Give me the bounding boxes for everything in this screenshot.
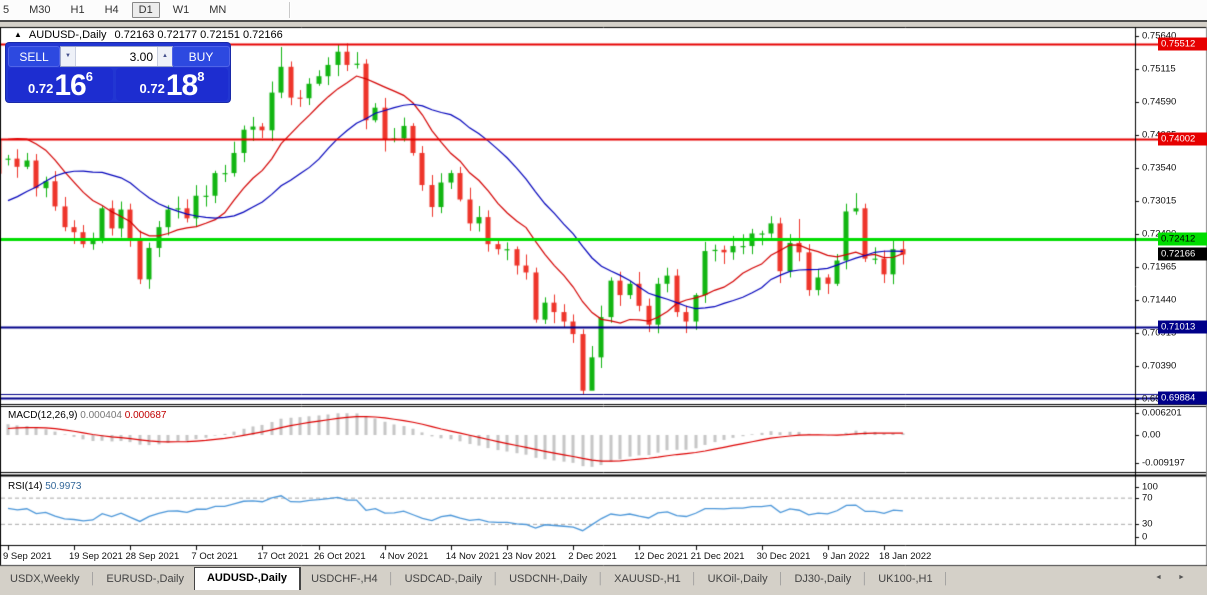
chart-title: ▲ AUDUSD-,Daily 0.72163 0.72177 0.72151 0.… xyxy=(14,29,283,41)
volume-decrease-button[interactable]: ▼ xyxy=(61,47,76,66)
macd-axis-tick: -0.009197 xyxy=(1142,457,1185,469)
price-level-badge: 0.74002 xyxy=(1158,132,1207,146)
timeframe-button-d1[interactable]: D1 xyxy=(131,2,160,18)
date-axis-label: 18 Jan 2022 xyxy=(879,551,932,562)
macd-value: 0.000404 xyxy=(80,410,122,421)
rsi-indicator-label: RSI(14) 50.9973 xyxy=(8,481,81,492)
date-axis-label: 17 Oct 2021 xyxy=(257,551,310,562)
buy-price-sup: 8 xyxy=(197,69,205,84)
buy-price-big: 18 xyxy=(165,69,198,102)
date-axis-label: 14 Nov 2021 xyxy=(445,551,500,562)
timeframe-button-h4[interactable]: H4 xyxy=(98,2,126,18)
date-axis-label: 4 Nov 2021 xyxy=(379,551,429,562)
macd-signal-value: 0.000687 xyxy=(124,410,167,421)
rsi-axis-tick: 0 xyxy=(1142,531,1148,543)
timeframe-toolbar: 5 M30 H1 H4 D1 W1 MN xyxy=(0,0,1207,22)
tab-divider: │ xyxy=(777,573,785,585)
tab-divider: │ xyxy=(492,573,500,585)
date-axis-label: 28 Sep 2021 xyxy=(125,551,180,562)
chart-tab-usdcnh-daily[interactable]: USDCNH-,Daily xyxy=(499,569,597,590)
price-level-badge: 0.75512 xyxy=(1158,37,1207,51)
chart-tab-usdx-weekly[interactable]: USDX,Weekly xyxy=(0,569,89,590)
rsi-axis-tick: 70 xyxy=(1142,492,1153,504)
chart-tab-uk100-h1[interactable]: UK100-,H1 xyxy=(868,569,942,590)
volume-input[interactable]: 3.00 xyxy=(76,47,157,66)
mt4-window: 5 M30 H1 H4 D1 W1 MN ▲ AUDUSD-,Daily 0.72163 0.7… xyxy=(0,0,1207,595)
date-axis-label: 12 Dec 2021 xyxy=(634,551,688,562)
volume-increase-button[interactable]: ▲ xyxy=(157,47,172,66)
tab-scroll-right-icon[interactable]: ► xyxy=(1178,574,1185,581)
price-axis-tick: 0.74590 xyxy=(1142,96,1177,108)
date-axis-label: 9 Sep 2021 xyxy=(3,551,52,562)
timeframe-button-h1[interactable]: H1 xyxy=(64,2,92,18)
sell-price-sup: 6 xyxy=(85,69,93,84)
collapse-panel-icon[interactable]: ▲ xyxy=(14,30,22,39)
chart-tab-usdchf-h4[interactable]: USDCHF-,H4 xyxy=(301,569,388,590)
chart-tab-ukoil-daily[interactable]: UKOil-,Daily xyxy=(698,569,778,590)
tab-divider: │ xyxy=(597,573,605,585)
one-click-trade-panel: SELL ▼ 3.00 ▲ BUY 0.72 16 6 0.72 18 8 xyxy=(6,43,230,102)
chart-tab-xauusd-h1[interactable]: XAUUSD-,H1 xyxy=(604,569,691,590)
price-axis-tick: 0.73540 xyxy=(1142,162,1177,174)
chart-ohlc-values: 0.72163 0.72177 0.72151 0.72166 xyxy=(114,29,283,41)
date-axis-label: 30 Dec 2021 xyxy=(756,551,811,562)
rsi-axis-tick: 100 xyxy=(1142,481,1158,493)
chart-tab-audusd-daily[interactable]: AUDUSD-,Daily xyxy=(193,567,302,590)
sell-price-big: 16 xyxy=(54,69,86,102)
tab-divider: │ xyxy=(690,573,698,585)
buy-button[interactable]: BUY xyxy=(172,46,230,67)
timeframe-button-mn[interactable]: MN xyxy=(202,2,233,18)
timeframe-button-w1[interactable]: W1 xyxy=(166,2,197,18)
tab-divider: │ xyxy=(861,573,869,585)
price-level-badge: 0.71013 xyxy=(1158,320,1207,334)
timeframe-button-m30[interactable]: M30 xyxy=(22,2,57,18)
date-axis-label: 2 Dec 2021 xyxy=(568,551,617,562)
tab-divider: │ xyxy=(387,573,395,585)
sell-price-box[interactable]: 0.72 16 6 xyxy=(8,68,113,101)
rsi-name: RSI(14) xyxy=(8,481,43,492)
macd-name: MACD(12,26,9) xyxy=(8,410,78,421)
sell-button[interactable]: SELL xyxy=(8,46,60,67)
buy-price-box[interactable]: 0.72 18 8 xyxy=(116,68,228,101)
chart-tab-eurusd-daily[interactable]: EURUSD-,Daily xyxy=(96,569,194,590)
buy-price-base: 0.72 xyxy=(139,81,165,96)
macd-indicator-label: MACD(12,26,9) 0.000404 0.000687 xyxy=(8,410,166,421)
chart-tab-dj30-daily[interactable]: DJ30-,Daily xyxy=(784,569,861,590)
rsi-value: 50.9973 xyxy=(45,481,82,492)
price-level-badge: 0.72412 xyxy=(1158,232,1207,246)
date-axis-label: 7 Oct 2021 xyxy=(191,551,238,562)
price-axis-tick: 0.75115 xyxy=(1142,63,1176,75)
tab-divider: │ xyxy=(89,573,97,585)
macd-axis-tick: 0.00 xyxy=(1142,429,1161,441)
date-axis-label: 26 Oct 2021 xyxy=(313,551,366,562)
toolbar-separator xyxy=(289,2,292,18)
timeframe-button-5[interactable]: 5 xyxy=(0,2,16,18)
chart-tab-bar: USDX,Weekly │ EURUSD-,Daily AUDUSD-,Daily US… xyxy=(0,566,1207,590)
current-price-badge: 0.72166 xyxy=(1158,247,1207,261)
price-axis-tick: 0.73015 xyxy=(1142,195,1177,207)
date-axis-label: 23 Nov 2021 xyxy=(502,551,557,562)
sell-price-base: 0.72 xyxy=(28,81,54,96)
chart-tab-usdcad-daily[interactable]: USDCAD-,Daily xyxy=(395,569,493,590)
price-level-badge: 0.69884 xyxy=(1158,391,1207,405)
date-axis-label: 21 Dec 2021 xyxy=(690,551,745,562)
volume-stepper: ▼ 3.00 ▲ xyxy=(60,46,173,67)
price-axis-tick: 0.71965 xyxy=(1142,261,1177,273)
date-axis-label: 9 Jan 2022 xyxy=(822,551,870,562)
tab-scroll-left-icon[interactable]: ◄ xyxy=(1155,574,1162,581)
tab-divider: │ xyxy=(942,573,950,585)
price-axis-tick: 0.70390 xyxy=(1142,360,1177,372)
price-axis-tick: 0.71440 xyxy=(1142,294,1177,306)
chart-symbol-label: AUDUSD-,Daily xyxy=(28,29,107,41)
macd-axis-tick: 0.006201 xyxy=(1142,407,1182,419)
date-axis-label: 19 Sep 2021 xyxy=(68,551,123,562)
rsi-axis-tick: 30 xyxy=(1142,518,1153,530)
